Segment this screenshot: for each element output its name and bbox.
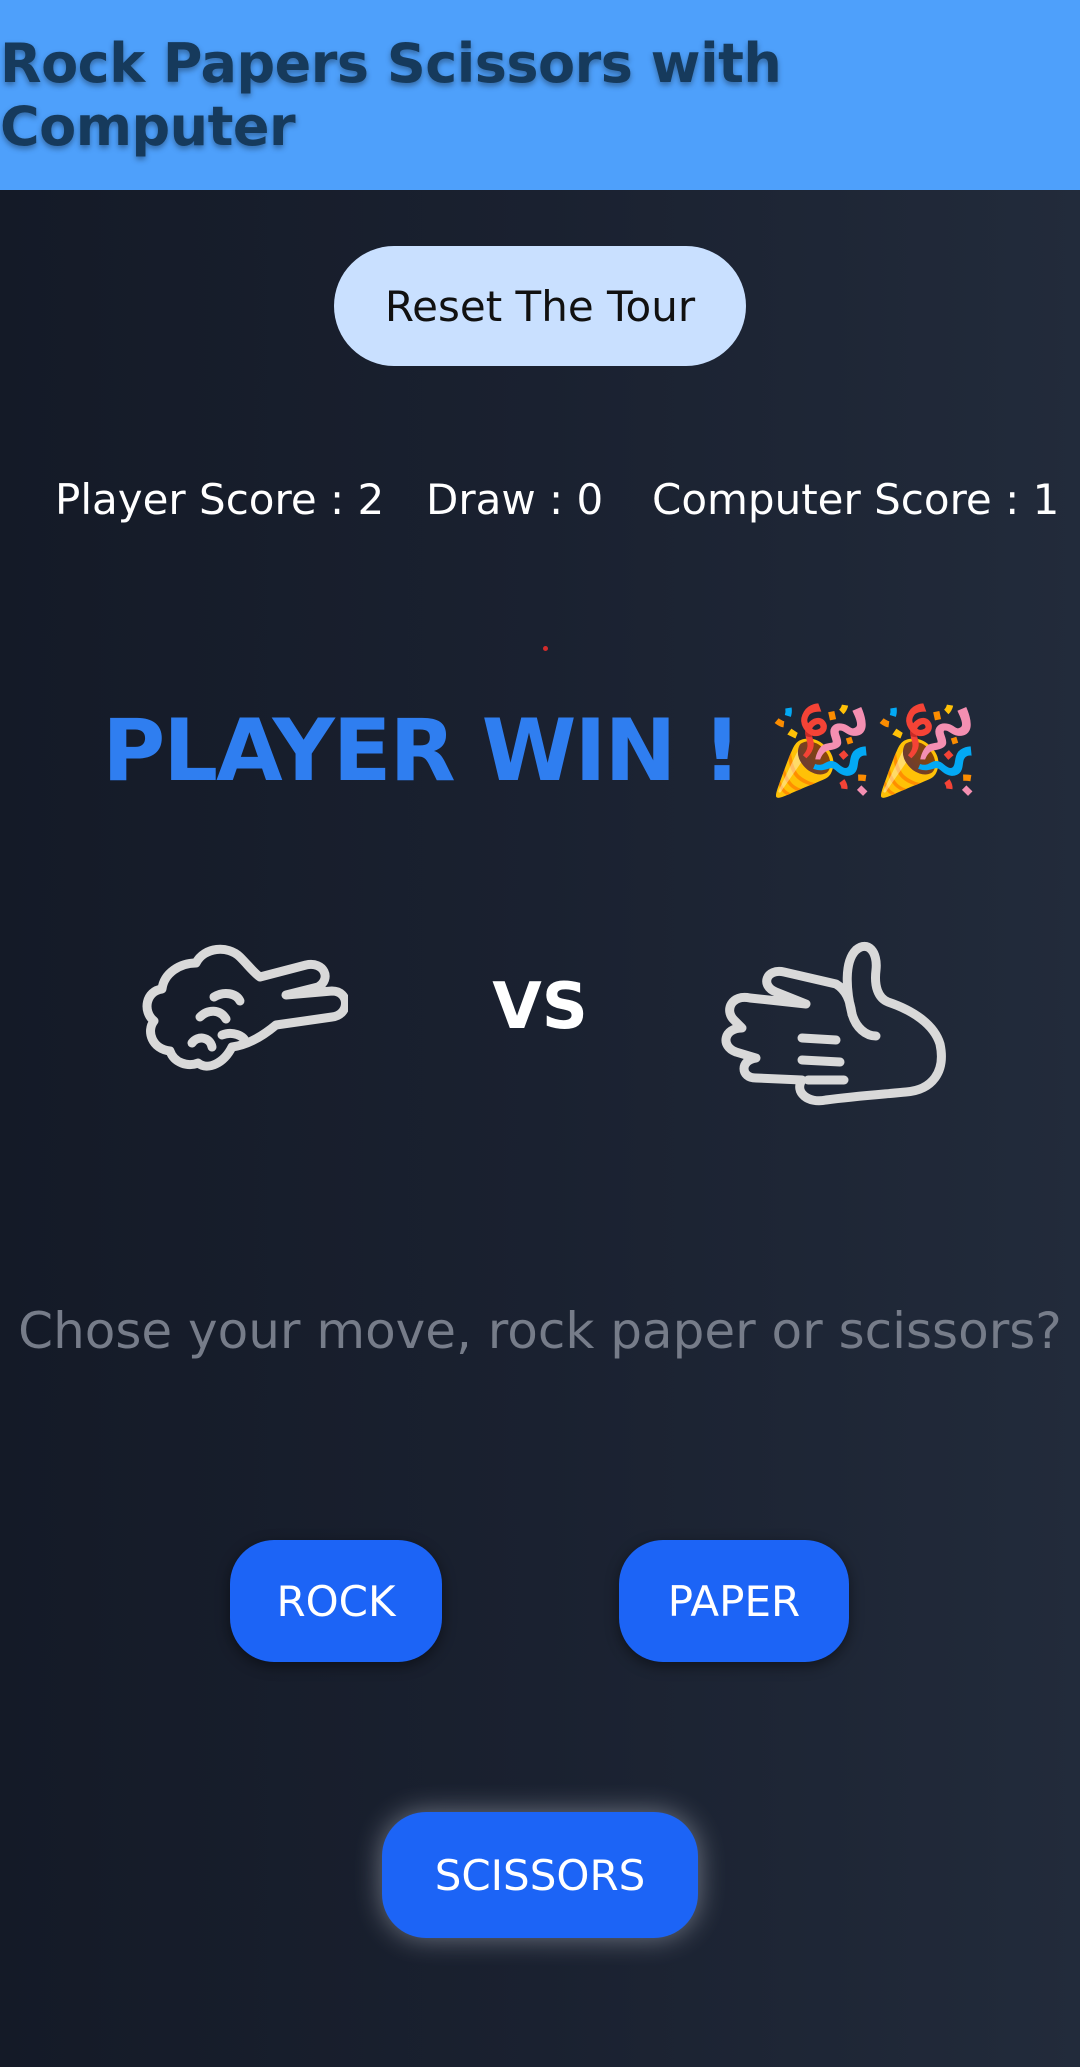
paper-button[interactable]: PAPER [619, 1540, 849, 1662]
paper-hand-icon [721, 941, 946, 1106]
move-prompt: Chose your move, rock paper or scissors? [18, 1302, 1062, 1360]
app-title: Rock Papers Scissors with Computer [0, 32, 782, 158]
app-header: Rock Papers Scissors with Computer [0, 0, 1080, 190]
red-dot [543, 646, 548, 651]
draw-score: Draw : 0 [426, 475, 604, 524]
computer-score: Computer Score : 1 [652, 475, 1060, 524]
player-score: Player Score : 2 [55, 475, 385, 524]
scissors-button[interactable]: SCISSORS [382, 1812, 698, 1938]
reset-tour-button[interactable]: Reset The Tour [334, 246, 746, 366]
rock-button[interactable]: ROCK [230, 1540, 442, 1662]
scissors-hand-icon [142, 944, 348, 1071]
result-message: PLAYER WIN ! 🎉🎉 [102, 701, 979, 801]
vs-label: VS [492, 970, 588, 1044]
scoreboard: Player Score : 2 Draw : 0 Computer Score… [0, 475, 1080, 545]
